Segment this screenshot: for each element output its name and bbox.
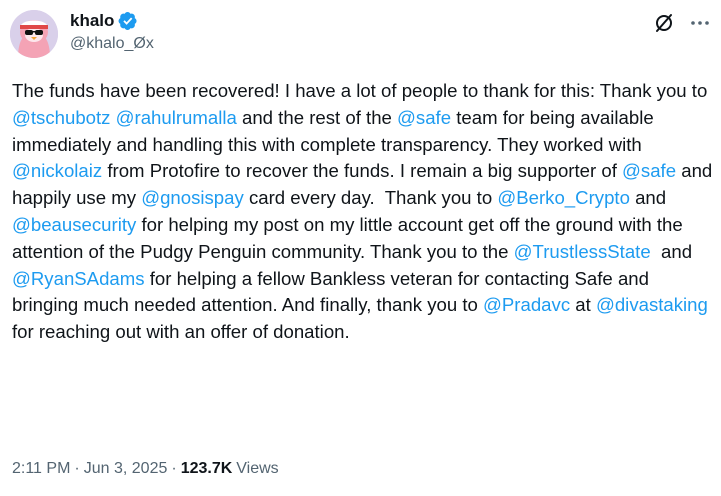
- mention-link[interactable]: @Berko_Crypto: [497, 187, 630, 208]
- display-name-row: khalo: [70, 10, 154, 32]
- tweet-meta: 2:11 PM · Jun 3, 2025 · 123.7K Views: [12, 460, 279, 478]
- tweet-date[interactable]: Jun 3, 2025: [84, 460, 168, 478]
- verified-badge-icon[interactable]: [118, 11, 138, 31]
- tweet-text-segment: at: [570, 294, 596, 316]
- mention-link[interactable]: @divastaking: [596, 294, 708, 315]
- mention-link[interactable]: @beausecurity: [12, 214, 136, 235]
- more-icon[interactable]: [689, 12, 711, 34]
- views-count[interactable]: 123.7K: [181, 460, 233, 478]
- penguin-avatar-icon: [10, 10, 58, 58]
- mention-link[interactable]: @safe: [622, 160, 676, 181]
- mention-link[interactable]: @nickolaiz: [12, 160, 102, 181]
- tweet-text-segment: and the rest of the: [236, 106, 398, 128]
- mention-link[interactable]: @RyanSAdams: [12, 268, 145, 289]
- mention-link[interactable]: @TrustlessState: [514, 241, 651, 262]
- mention-link[interactable]: @Pradavc: [483, 294, 570, 315]
- tweet: khalo @khalo_Øx The funds have been reco…: [0, 0, 721, 496]
- tweet-text-segment: card every day. Thank you to: [243, 187, 498, 209]
- views-label: Views: [236, 460, 279, 477]
- display-name[interactable]: khalo: [70, 11, 114, 31]
- author-names: khalo @khalo_Øx: [70, 10, 154, 53]
- tweet-text-segment: for reaching out with an offer of donati…: [12, 321, 350, 343]
- tweet-text-segment: from Protofire to recover the funds. I r…: [102, 160, 623, 182]
- meta-separator: ·: [74, 460, 80, 477]
- mention-link[interactable]: @tschubotz: [12, 107, 110, 128]
- tweet-text: The funds have been recovered! I have a …: [12, 78, 713, 346]
- mention-link[interactable]: @gnosispay: [141, 187, 244, 208]
- handle[interactable]: @khalo_Øx: [70, 35, 154, 53]
- tweet-time[interactable]: 2:11 PM: [12, 460, 70, 478]
- mention-link[interactable]: @safe: [397, 107, 451, 128]
- grok-icon[interactable]: [653, 12, 675, 34]
- tweet-text-segment: and: [629, 187, 667, 209]
- mention-link[interactable]: @rahulrumalla: [116, 107, 237, 128]
- avatar[interactable]: [10, 10, 58, 58]
- meta-separator: ·: [171, 460, 177, 477]
- tweet-text-segment: and: [650, 240, 693, 262]
- tweet-header: khalo @khalo_Øx: [10, 10, 711, 64]
- tweet-text-segment: The funds have been recovered! I have a …: [12, 80, 708, 101]
- tweet-actions: [653, 12, 711, 34]
